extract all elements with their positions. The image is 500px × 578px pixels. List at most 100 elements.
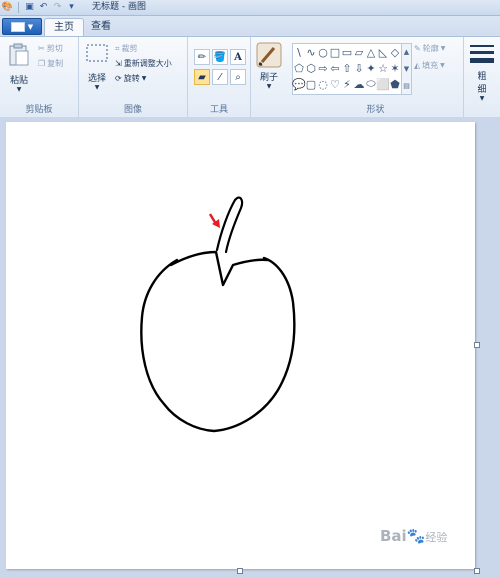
copy-icon: ❐ — [38, 59, 46, 68]
chevron-down-icon: ▼ — [440, 62, 445, 69]
copy-label: 复制 — [47, 59, 64, 68]
outline-button[interactable]: ✎ 轮廓 ▼ — [414, 43, 445, 54]
resize-handle-right[interactable] — [474, 342, 480, 348]
chevron-down-icon: ▼ — [266, 83, 272, 90]
chevron-down-icon: ▼ — [27, 22, 34, 31]
tools-group-label: 工具 — [209, 105, 228, 115]
paint-app-icon[interactable]: 🎨 — [2, 2, 13, 13]
right-arrow-shape-icon[interactable]: ⇨ — [317, 60, 329, 76]
resize-handle-bottom[interactable] — [237, 568, 243, 574]
oval-shape-icon[interactable]: ○ — [317, 44, 329, 60]
resize-icon: ⇲ — [115, 59, 122, 68]
strawberry-drawing — [140, 196, 296, 433]
outline-icon: ✎ — [414, 44, 421, 53]
ribbon-tab-bar: ▼ 主页 查看 — [0, 16, 500, 36]
select-label: 选择 — [87, 74, 106, 84]
scroll-down-icon[interactable]: ▼ — [404, 65, 409, 73]
brush-icon — [256, 42, 282, 68]
six-point-star-shape-icon[interactable]: ✶ — [389, 60, 401, 76]
drawing-canvas[interactable] — [6, 122, 475, 569]
image-group-label: 图像 — [123, 105, 142, 115]
size-label-line2: 细 — [477, 85, 487, 95]
text-tool-icon[interactable]: A — [230, 49, 246, 65]
crop-button[interactable]: ⌗ 裁剪 — [115, 43, 138, 54]
shapes-group-label: 形状 — [366, 105, 385, 115]
hexagon-shape-icon[interactable]: ⬡ — [305, 60, 317, 76]
resize-handle-corner[interactable] — [474, 568, 480, 574]
resize-label: 重新调整大小 — [123, 59, 172, 68]
scroll-up-icon[interactable]: ▲ — [404, 48, 409, 56]
size-group: 粗 细 ▼ — [464, 37, 500, 117]
up-arrow-shape-icon[interactable]: ⇧ — [341, 60, 353, 76]
square-shape-icon[interactable]: ⬜ — [376, 76, 390, 92]
heart-shape-icon[interactable]: ♡ — [329, 76, 341, 92]
five-point-star-shape-icon[interactable]: ☆ — [377, 60, 389, 76]
expand-gallery-icon[interactable]: ▤ — [403, 82, 410, 90]
stem-outline — [215, 196, 244, 254]
rotate-label: 旋转 — [123, 74, 140, 83]
curve-shape-icon[interactable]: ∿ — [305, 44, 317, 60]
menu-icon — [10, 21, 25, 32]
copy-button[interactable]: ❐ 复制 — [38, 58, 63, 69]
fill-button[interactable]: ◭ 填充 ▼ — [414, 60, 445, 71]
select-button[interactable]: 选择 ▼ — [83, 43, 111, 91]
eraser-icon[interactable]: ▰ — [194, 69, 210, 85]
clipboard-group: 粘贴 ▼ ✂ 剪切 ❐ 复制 剪贴板 — [0, 37, 79, 117]
fruit-outline — [140, 256, 296, 433]
color-picker-icon[interactable]: ⁄ — [212, 69, 228, 85]
resize-button[interactable]: ⇲ 重新调整大小 — [115, 58, 172, 69]
tab-view[interactable]: 查看 — [84, 18, 118, 35]
pentagon-shape-icon[interactable]: ⬠ — [293, 60, 305, 76]
image-group: 选择 ▼ ⌗ 裁剪 ⇲ 重新调整大小 ⟳ 旋转 ▼ 图像 — [79, 37, 188, 117]
oval-callout-shape-icon[interactable]: ◌ — [317, 76, 329, 92]
scissors-icon: ✂ — [38, 44, 45, 53]
lightning-shape-icon[interactable]: ⚡ — [341, 76, 353, 92]
workspace — [0, 117, 500, 578]
customize-icon[interactable]: ▾ — [66, 2, 77, 13]
right-triangle-shape-icon[interactable]: ◺ — [377, 44, 389, 60]
cloud-shape-icon[interactable]: ☁ — [353, 76, 365, 92]
quick-access-toolbar: 🎨 ▣ ↶ ↷ ▾ — [2, 1, 77, 14]
left-arrow-shape-icon[interactable]: ⇦ — [329, 60, 341, 76]
paw-icon: 🐾 — [406, 527, 426, 545]
magnifier-icon[interactable]: ⌕ — [230, 69, 246, 85]
pentagon-shape-icon[interactable]: ⬟ — [389, 76, 401, 92]
rounded-callout-shape-icon[interactable]: ▢ — [305, 76, 317, 92]
line-width-icon — [470, 45, 494, 63]
rounded-rectangle-shape-icon[interactable]: ▭ — [341, 44, 353, 60]
rectangle-shape-icon[interactable]: □ — [329, 44, 341, 60]
four-point-star-shape-icon[interactable]: ✦ — [365, 60, 377, 76]
fill-bucket-icon[interactable]: 🪣 — [212, 49, 228, 65]
tools-group: ✏ 🪣 A ▰ ⁄ ⌕ 工具 — [188, 37, 251, 117]
fill-icon: ◭ — [414, 61, 421, 70]
polygon-shape-icon[interactable]: ▱ — [353, 44, 365, 60]
window-title: 无标题 - 画图 — [92, 2, 146, 12]
select-icon — [86, 44, 108, 62]
shapes-gallery: \ ∿ ○ □ ▭ ▱ △ ◺ ◇ ⬠ ⬡ ⇨ ⇦ ⇧ ⇩ ✦ ☆ ✶ 💬 ▢ … — [292, 43, 402, 95]
size-button[interactable]: 粗 细 ▼ — [468, 43, 496, 102]
down-arrow-shape-icon[interactable]: ⇩ — [353, 60, 365, 76]
undo-icon[interactable]: ↶ — [38, 2, 49, 13]
paint-menu-button[interactable]: ▼ — [2, 18, 42, 35]
rotate-button[interactable]: ⟳ 旋转 ▼ — [115, 73, 146, 84]
triangle-shape-icon[interactable]: △ — [365, 44, 377, 60]
chevron-down-icon: ▼ — [440, 45, 446, 52]
brushes-label: 刷子 — [259, 73, 278, 83]
chevron-down-icon: ▼ — [16, 86, 22, 93]
pencil-icon[interactable]: ✏ — [194, 49, 210, 65]
cut-button[interactable]: ✂ 剪切 — [38, 43, 63, 54]
calyx-outline — [169, 250, 270, 287]
diamond-shape-icon[interactable]: ◇ — [389, 44, 401, 60]
chevron-down-icon: ▼ — [94, 84, 100, 91]
save-icon[interactable]: ▣ — [24, 2, 35, 13]
line-shape-icon[interactable]: \ — [293, 44, 305, 60]
callout-shape-icon[interactable]: 💬 — [292, 76, 306, 92]
brushes-group: 刷子 ▼ — [251, 37, 287, 117]
redo-icon[interactable]: ↷ — [52, 2, 63, 13]
crop-label: 裁剪 — [121, 44, 138, 53]
tab-home[interactable]: 主页 — [44, 18, 84, 36]
paste-button[interactable]: 粘贴 ▼ — [6, 43, 32, 93]
chevron-down-icon: ▼ — [141, 75, 147, 82]
shapes-gallery-scroll[interactable]: ▲ ▼ ▤ — [401, 43, 412, 95]
brushes-button[interactable]: 刷子 ▼ — [255, 42, 283, 90]
